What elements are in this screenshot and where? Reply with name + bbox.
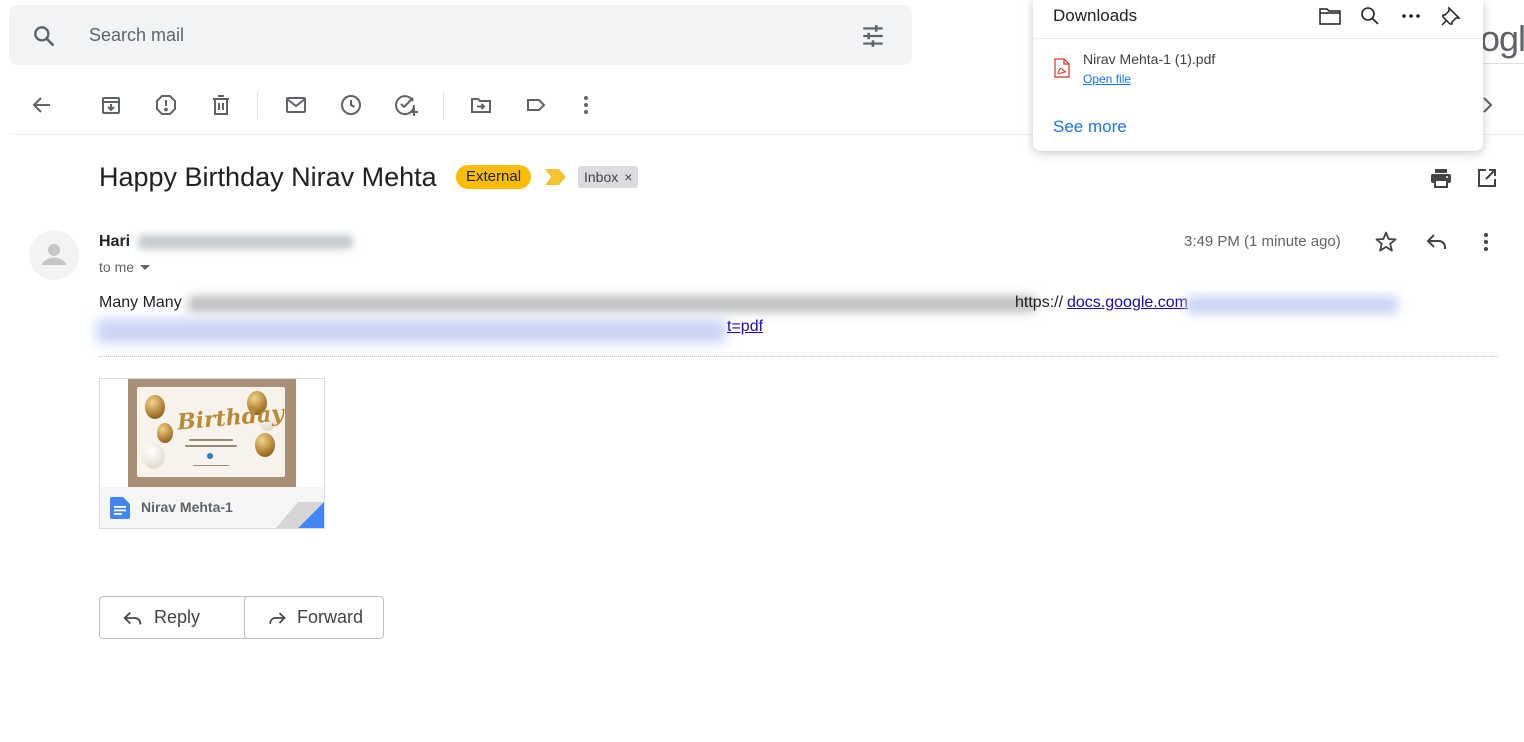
search-options-icon[interactable] [860,23,886,49]
chevron-down-icon[interactable] [138,260,152,274]
forward-button[interactable]: Forward [244,596,384,639]
reply-icon [123,611,142,624]
search-input[interactable] [89,23,689,47]
recipient-label: to me [99,259,135,275]
email-subject: Happy Birthday Nirav Mehta [99,162,437,192]
open-new-window-icon[interactable] [1474,165,1500,191]
add-task-icon[interactable] [392,91,420,119]
message-body-text: Many Many [99,294,182,311]
inbox-label-text: Inbox [584,169,619,185]
docs-link-end[interactable]: t=pdf [727,318,763,336]
move-to-icon[interactable] [467,91,495,119]
star-icon[interactable] [1373,229,1399,255]
attachment-thumbnail: Birthday [128,379,296,487]
docs-link[interactable]: https://docs.google.com [1015,294,1188,312]
see-more-link[interactable]: See more [1053,117,1127,137]
download-file-name[interactable]: Nirav Mehta-1 (1).pdf [1083,51,1215,67]
search-icon[interactable] [1358,4,1382,28]
forward-label: Forward [296,607,363,627]
attachment-name: Nirav Mehta-1 [141,499,233,515]
snooze-icon[interactable] [337,91,365,119]
toolbar-divider [443,92,444,118]
report-spam-icon[interactable] [152,91,180,119]
redacted-body-text [188,296,1036,312]
attachment-corner-fold [276,502,324,528]
toolbar-divider [257,92,258,118]
downloads-divider [1033,38,1483,39]
pin-icon[interactable] [1439,4,1463,28]
attachment-card[interactable]: Birthday Nirav Mehta-1 [99,378,325,529]
inbox-label-chip: Inbox × [578,166,639,188]
more-horiz-icon[interactable] [1399,4,1423,28]
message-time: 3:49 PM (1 minute ago) [1184,233,1341,250]
folder-icon[interactable] [1318,4,1342,28]
reply-button[interactable]: Reply [99,596,257,639]
redacted-link-part [1186,296,1398,314]
archive-icon[interactable] [97,91,125,119]
link-host[interactable]: docs.google.com [1067,294,1188,311]
reply-label: Reply [154,607,201,627]
external-badge: External [456,165,532,189]
delete-icon[interactable] [207,91,235,119]
downloads-popup: Downloads Nirav Mehta-1 (1).pdf Open fil… [1033,0,1483,151]
reply-icon[interactable] [1424,229,1450,255]
sender-name[interactable]: Hari [99,233,130,251]
redacted-sender-detail [138,235,353,249]
attachments-divider [99,356,1499,357]
important-marker-icon[interactable] [545,169,567,185]
link-prefix: https:// [1015,294,1064,311]
redacted-link-part [96,319,726,343]
search-icon[interactable] [31,23,57,49]
downloads-title: Downloads [1053,6,1138,25]
search-bar[interactable] [9,5,912,65]
open-file-link[interactable]: Open file [1083,72,1131,86]
birthday-card-image: Birthday [137,387,285,477]
forward-icon [269,611,286,624]
google-docs-icon [110,497,130,519]
more-vert-icon[interactable] [572,91,600,119]
divider [1483,63,1524,64]
avatar[interactable] [29,230,79,280]
remove-label-icon[interactable]: × [624,166,632,188]
back-arrow-icon[interactable] [28,91,56,119]
mark-unread-icon[interactable] [282,91,310,119]
recipient-details[interactable]: to me [99,259,152,275]
google-logo: ogle [1480,18,1524,59]
print-icon[interactable] [1428,165,1454,191]
pdf-file-icon [1054,58,1070,78]
label-icon[interactable] [522,91,550,119]
more-vert-icon[interactable] [1473,229,1499,255]
